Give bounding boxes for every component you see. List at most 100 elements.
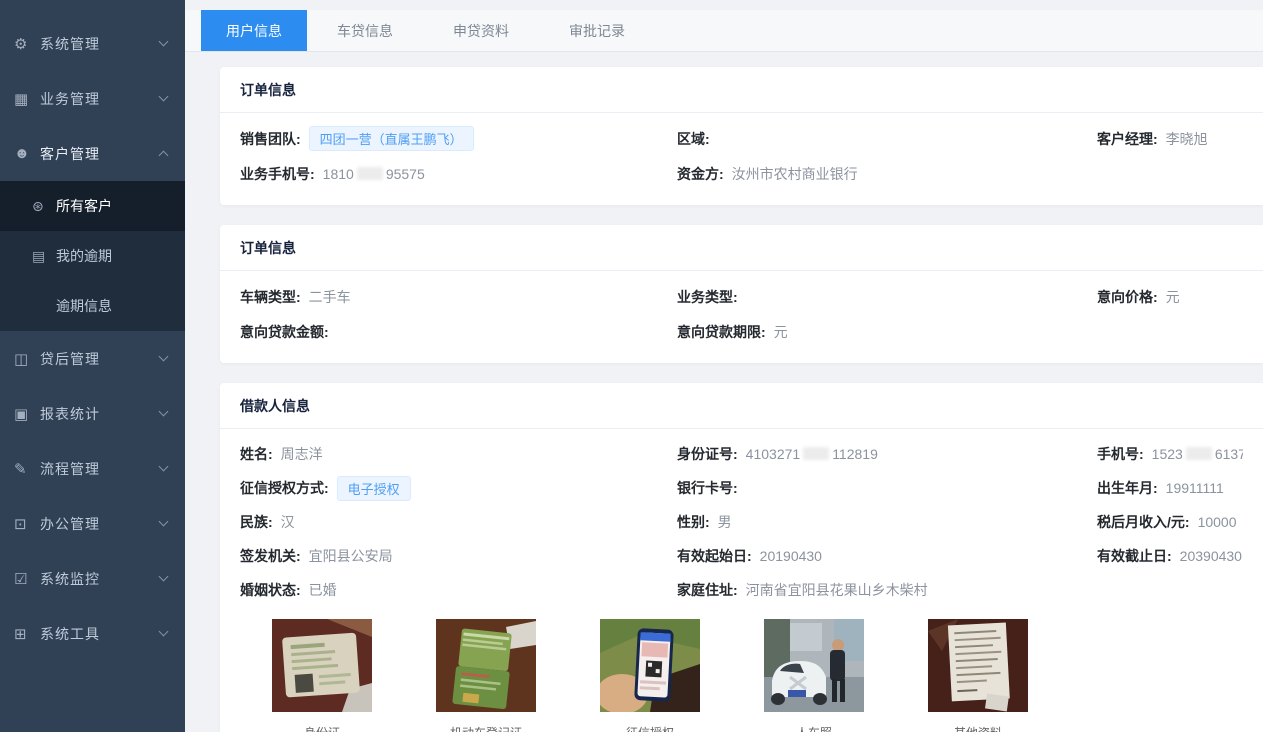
photo-handwritten-document[interactable]: 其他资料	[928, 619, 1028, 732]
field-mobile: 手机号: 15236137	[1097, 444, 1243, 464]
chevron-down-icon	[159, 37, 169, 47]
sidebar-item-label: 我的逾期	[56, 246, 112, 266]
field-birth-date: 出生年月: 19911111	[1097, 478, 1243, 498]
credit-auth-tag: 电子授权	[337, 476, 411, 501]
sidebar-item-system-monitor[interactable]: ☑ 系统监控	[0, 551, 185, 606]
sales-team-tag: 四团一营（直属王鹏飞）	[309, 126, 474, 151]
sidebar-item-label: 逾期信息	[56, 296, 112, 316]
tab-user-info[interactable]: 用户信息	[201, 10, 307, 51]
field-value: 20190430	[760, 548, 822, 564]
customers-icon: ⊛	[32, 198, 56, 215]
gear-icon: ⚙	[14, 35, 40, 53]
field-label: 业务手机号:	[240, 164, 315, 184]
chevron-up-icon	[159, 151, 169, 161]
photo-registration-book[interactable]: 机动车登记证	[436, 619, 536, 732]
tab-car-loan-info[interactable]: 车贷信息	[307, 10, 423, 51]
chevron-down-icon	[159, 407, 169, 417]
sidebar-item-all-customers[interactable]: ⊛ 所有客户	[0, 181, 185, 231]
field-label: 征信授权方式:	[240, 478, 329, 498]
field-value: 181095575	[323, 166, 425, 182]
field-bank-card: 银行卡号:	[677, 478, 1097, 498]
sidebar-item-label: 客户管理	[40, 144, 160, 164]
field-id-number: 身份证号: 4103271112819	[677, 444, 1097, 464]
redaction-blur	[803, 447, 829, 460]
tab-loan-application-docs[interactable]: 申贷资料	[423, 10, 539, 51]
sidebar-item-business-management[interactable]: ▦ 业务管理	[0, 71, 185, 126]
sidebar-item-process-management[interactable]: ✎ 流程管理	[0, 441, 185, 496]
redaction-blur	[1186, 447, 1212, 460]
app-window: ⚙ 系统管理 ▦ 业务管理 ☻ 客户管理 ⊛ 所有客户 ▤ 我的逾期 逾期信息	[0, 0, 1263, 732]
field-label: 民族:	[240, 512, 273, 532]
field-value: 元	[774, 322, 788, 342]
field-monthly-income: 税后月收入/元: 10000	[1097, 512, 1243, 532]
field-label: 手机号:	[1097, 444, 1144, 464]
sidebar-item-report-statistics[interactable]: ▣ 报表统计	[0, 386, 185, 441]
open-book-icon: ◫	[14, 350, 40, 368]
id-card-photo-thumbnail	[272, 619, 372, 712]
loan-intent-card: 订单信息 车辆类型: 二手车 业务类型: 意向价格: 元	[220, 225, 1263, 363]
card-title: 借款人信息	[220, 383, 1263, 429]
sidebar-item-label: 业务管理	[40, 89, 160, 109]
photo-caption: 人车照	[764, 724, 864, 732]
field-label: 车辆类型:	[240, 287, 301, 307]
field-label: 婚姻状态:	[240, 580, 301, 600]
field-loan-term: 意向贷款期限: 元	[677, 322, 1097, 342]
field-value: 男	[718, 512, 732, 532]
field-home-address: 家庭住址: 河南省宜阳县花果山乡木柴村	[677, 580, 1097, 600]
sidebar-item-label: 报表统计	[40, 404, 160, 424]
field-value: 汝州市农村商业银行	[732, 164, 858, 184]
field-credit-auth-method: 征信授权方式: 电子授权	[240, 476, 677, 501]
photo-id-card[interactable]: 身份证	[272, 619, 372, 732]
photo-caption: 其他资料	[928, 724, 1028, 732]
chevron-down-icon	[159, 352, 169, 362]
chevron-down-icon	[159, 572, 169, 582]
field-sales-team: 销售团队: 四团一营（直属王鹏飞）	[240, 126, 677, 151]
sidebar-item-overdue-info[interactable]: 逾期信息	[0, 281, 185, 331]
credit-auth-photo-thumbnail	[600, 619, 700, 712]
chevron-down-icon	[159, 462, 169, 472]
sidebar-item-office-management[interactable]: ⊡ 办公管理	[0, 496, 185, 551]
sidebar-item-system-tools[interactable]: ⊞ 系统工具	[0, 606, 185, 661]
field-value: 15236137	[1152, 446, 1243, 462]
field-value: 20390430	[1180, 548, 1242, 564]
field-valid-to: 有效截止日: 20390430	[1097, 546, 1243, 566]
sidebar: ⚙ 系统管理 ▦ 业务管理 ☻ 客户管理 ⊛ 所有客户 ▤ 我的逾期 逾期信息	[0, 0, 185, 732]
field-value: 河南省宜阳县花果山乡木柴村	[746, 580, 928, 600]
photo-person-with-car[interactable]: 人车照	[764, 619, 864, 732]
borrower-info-card: 借款人信息 姓名: 周志洋 身份证号: 4103271112819 手机号:	[220, 383, 1263, 732]
field-value: 10000	[1198, 514, 1237, 530]
field-value: 元	[1166, 287, 1180, 307]
sidebar-item-my-overdue[interactable]: ▤ 我的逾期	[0, 231, 185, 281]
field-value: 19911111	[1166, 480, 1224, 496]
field-account-manager: 客户经理: 李晓旭	[1097, 129, 1243, 149]
photo-credit-auth-phone[interactable]: 征信授权	[600, 619, 700, 732]
sidebar-item-postloan-management[interactable]: ◫ 贷后管理	[0, 331, 185, 386]
field-label: 签发机关:	[240, 546, 301, 566]
chevron-down-icon	[159, 92, 169, 102]
chevron-down-icon	[159, 627, 169, 637]
field-label: 银行卡号:	[677, 478, 738, 498]
main-area: 用户信息 车贷信息 申贷资料 审批记录 订单信息 销售团队: 四团一营（直属王鹏…	[185, 0, 1263, 732]
sidebar-item-customer-management[interactable]: ☻ 客户管理	[0, 126, 185, 181]
chevron-down-icon	[159, 517, 169, 527]
sidebar-item-label: 系统监控	[40, 569, 160, 589]
field-label: 意向价格:	[1097, 287, 1158, 307]
field-label: 性别:	[677, 512, 710, 532]
sidebar-item-label: 所有客户	[56, 196, 112, 216]
field-label: 销售团队:	[240, 129, 301, 149]
monitor-icon: ▣	[14, 405, 40, 423]
field-label: 资金方:	[677, 164, 724, 184]
grid-icon: ▦	[14, 90, 40, 108]
sidebar-item-system-management[interactable]: ⚙ 系统管理	[0, 16, 185, 71]
tab-approval-records[interactable]: 审批记录	[539, 10, 655, 51]
field-value: 4103271112819	[746, 446, 878, 462]
field-label: 有效起始日:	[677, 546, 752, 566]
monitor-check-icon: ☑	[14, 570, 40, 588]
field-label: 客户经理:	[1097, 129, 1158, 149]
card-title: 订单信息	[220, 67, 1263, 113]
field-ethnicity: 民族: 汉	[240, 512, 677, 532]
field-business-type: 业务类型:	[677, 287, 1097, 307]
redaction-blur	[357, 167, 383, 180]
field-label: 意向贷款期限:	[677, 322, 766, 342]
tab-bar: 用户信息 车贷信息 申贷资料 审批记录	[185, 10, 1263, 52]
